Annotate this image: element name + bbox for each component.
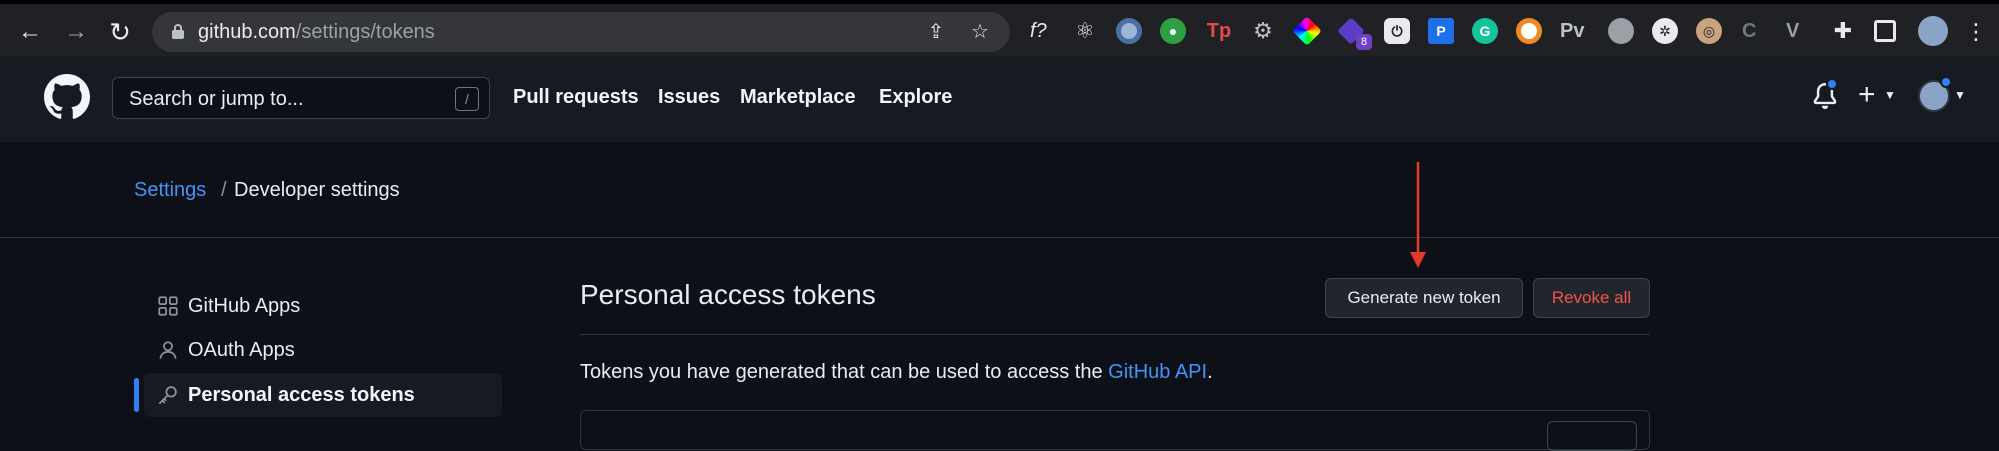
annotation-arrow-icon — [1410, 162, 1426, 268]
